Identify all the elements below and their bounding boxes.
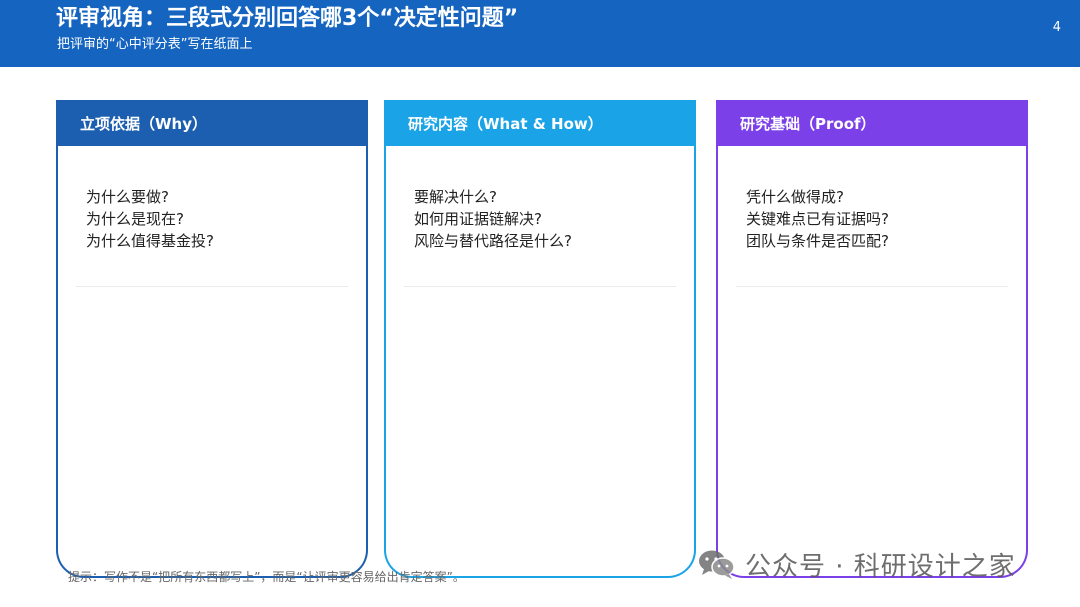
card-proof-questions: 凭什么做得成? 关键难点已有证据吗? 团队与条件是否匹配? [718, 146, 1026, 252]
page-number: 4 [1052, 20, 1061, 35]
header-bar: 评审视角：三段式分别回答哪3个“决定性问题” 把评审的“心中评分表”写在纸面上 … [0, 0, 1080, 67]
page-title: 评审视角：三段式分别回答哪3个“决定性问题” [56, 6, 519, 31]
card-what-how-questions: 要解决什么? 如何用证据链解决? 风险与替代路径是什么? [386, 146, 694, 252]
question-line: 为什么值得基金投? [86, 232, 214, 250]
wechat-icon [699, 550, 735, 579]
question-line: 要解决什么? [414, 188, 497, 206]
question-line: 为什么要做? [86, 188, 169, 206]
card-what-how: 研究内容（What & How） 要解决什么? 如何用证据链解决? 风险与替代路… [384, 100, 696, 578]
watermark-text: 公众号 · 科研设计之家 [745, 551, 1016, 582]
card-why-heading: 立项依据（Why） [58, 100, 366, 146]
question-line: 团队与条件是否匹配? [746, 232, 889, 250]
question-line: 风险与替代路径是什么? [414, 232, 572, 250]
question-line: 为什么是现在? [86, 210, 184, 228]
card-why-questions: 为什么要做? 为什么是现在? 为什么值得基金投? [58, 146, 366, 252]
page-subtitle: 把评审的“心中评分表”写在纸面上 [57, 37, 253, 52]
card-divider [404, 286, 676, 287]
card-why: 立项依据（Why） 为什么要做? 为什么是现在? 为什么值得基金投? [56, 100, 368, 578]
card-proof: 研究基础（Proof） 凭什么做得成? 关键难点已有证据吗? 团队与条件是否匹配… [716, 100, 1028, 578]
watermark: 公众号 · 科研设计之家 [697, 544, 1016, 584]
question-line: 凭什么做得成? [746, 188, 844, 206]
card-proof-heading: 研究基础（Proof） [718, 100, 1026, 146]
question-line: 关键难点已有证据吗? [746, 210, 889, 228]
footer-tip: 提示：写作不是“把所有东西都写上”，而是“让评审更容易给出肯定答案”。 [68, 570, 465, 584]
card-divider [736, 286, 1008, 287]
card-what-how-heading: 研究内容（What & How） [386, 100, 694, 146]
card-divider [76, 286, 348, 287]
question-line: 如何用证据链解决? [414, 210, 542, 228]
